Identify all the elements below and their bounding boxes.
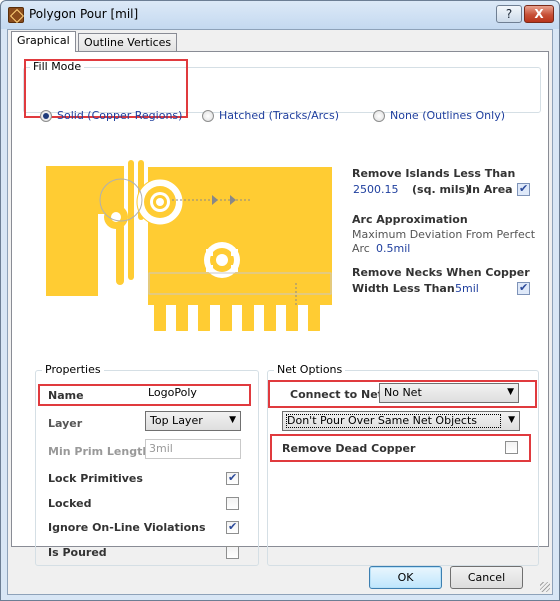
window-title: Polygon Pour [mil] xyxy=(29,7,139,21)
chevron-down-icon: ▼ xyxy=(229,415,236,425)
title-bar[interactable]: Polygon Pour [mil] ? X xyxy=(1,1,559,28)
min-prim-input[interactable]: 3mil xyxy=(145,439,241,459)
net-options-title: Net Options xyxy=(274,363,346,376)
focus-rect xyxy=(286,414,501,428)
is-poured-label: Is Poured xyxy=(48,546,107,559)
ignore-online-label: Ignore On-Line Violations xyxy=(48,521,206,534)
remove-islands-value[interactable]: 2500.15 xyxy=(353,183,399,196)
cancel-button[interactable]: Cancel xyxy=(450,566,523,589)
lock-primitives-checkbox[interactable] xyxy=(226,471,239,485)
chevron-down-icon: ▼ xyxy=(507,387,514,397)
size-grip[interactable] xyxy=(540,582,550,592)
tab-outline-vertices[interactable]: Outline Vertices xyxy=(78,33,178,51)
arc-approx-desc: Maximum Deviation From Perfect xyxy=(352,228,536,241)
polygon-pour-dialog: Polygon Pour [mil] ? X Graphical Outline… xyxy=(0,0,560,601)
locked-checkbox[interactable] xyxy=(226,497,239,510)
copper-preview-graphic xyxy=(46,160,332,331)
is-poured-checkbox[interactable] xyxy=(226,546,239,559)
remove-dead-copper-checkbox[interactable] xyxy=(505,441,518,454)
locked-label: Locked xyxy=(48,497,92,510)
name-label: Name xyxy=(48,389,84,402)
radio-hatched-label[interactable]: Hatched (Tracks/Arcs) xyxy=(219,109,339,122)
in-area-label: In Area xyxy=(468,183,513,196)
radio-hatched[interactable] xyxy=(202,110,214,122)
ok-button[interactable]: OK xyxy=(369,566,442,589)
remove-necks-checkbox[interactable] xyxy=(517,281,530,295)
radio-none-label[interactable]: None (Outlines Only) xyxy=(390,109,505,122)
remove-necks-title: Remove Necks When Copper xyxy=(352,266,530,279)
lock-primitives-label: Lock Primitives xyxy=(48,472,143,485)
remove-necks-width-label: Width Less Than xyxy=(352,282,455,295)
help-button[interactable]: ? xyxy=(496,5,522,23)
min-prim-value: 3mil xyxy=(149,442,173,455)
properties-title: Properties xyxy=(42,363,104,376)
remove-islands-checkbox[interactable] xyxy=(517,182,530,196)
remove-dead-copper-label: Remove Dead Copper xyxy=(282,442,416,455)
remove-islands-unit: (sq. mils) xyxy=(412,183,471,196)
ignore-online-checkbox[interactable] xyxy=(226,520,239,534)
radio-none[interactable] xyxy=(373,110,385,122)
tab-graphical[interactable]: Graphical xyxy=(11,31,76,52)
layer-select-value: Top Layer xyxy=(150,414,203,427)
arc-label: Arc xyxy=(352,242,370,255)
remove-necks-value[interactable]: 5mil xyxy=(455,282,479,295)
radio-solid[interactable] xyxy=(40,110,52,122)
pour-mode-select[interactable]: Don't Pour Over Same Net Objects ▼ xyxy=(282,411,520,431)
dialog-client: Graphical Outline Vertices Fill Mode Sol… xyxy=(7,29,553,595)
graphical-panel: Fill Mode Solid (Copper Regions) Hatched… xyxy=(11,51,549,566)
connect-to-net-label: Connect to Net xyxy=(290,388,383,401)
remove-islands-title: Remove Islands Less Than xyxy=(352,167,516,180)
app-icon xyxy=(8,7,24,23)
layer-label: Layer xyxy=(48,417,83,430)
arc-approx-value[interactable]: 0.5mil xyxy=(376,242,410,255)
connect-to-net-value: No Net xyxy=(384,386,422,399)
name-input[interactable]: LogoPoly xyxy=(148,386,197,399)
close-button[interactable]: X xyxy=(524,5,554,23)
radio-solid-label[interactable]: Solid (Copper Regions) xyxy=(57,109,182,122)
min-prim-label: Min Prim Length xyxy=(48,445,151,458)
arc-approx-title: Arc Approximation xyxy=(352,213,468,226)
layer-select[interactable]: Top Layer ▼ xyxy=(145,411,241,431)
connect-to-net-select[interactable]: No Net ▼ xyxy=(379,383,519,403)
chevron-down-icon: ▼ xyxy=(508,415,515,425)
